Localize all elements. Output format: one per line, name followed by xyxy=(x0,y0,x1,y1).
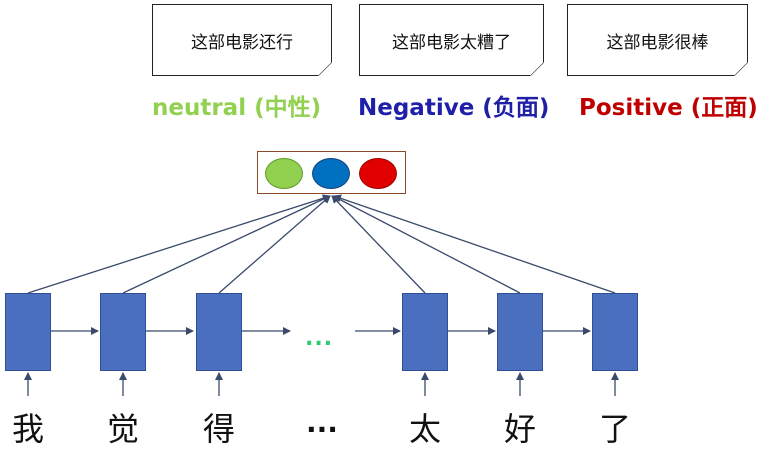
rnn-cell xyxy=(402,293,448,371)
output-arrow xyxy=(27,194,331,294)
rnn-cell xyxy=(100,293,146,371)
input-token-ellipsis: ... xyxy=(306,406,338,439)
input-token: 得 xyxy=(202,410,235,448)
rnn-sentiment-diagram: 这部电影还行 这部电影太糟了 这部电影很棒 neutral (中性) Negat… xyxy=(0,0,768,453)
output-layer xyxy=(257,151,406,194)
input-token: 了 xyxy=(598,410,631,448)
output-arrow xyxy=(333,194,616,294)
rnn-cell xyxy=(196,293,242,371)
output-arrow xyxy=(332,195,521,294)
output-connections xyxy=(27,194,616,294)
output-arrow xyxy=(122,195,331,294)
input-connections xyxy=(24,372,619,396)
input-token: 觉 xyxy=(106,410,139,448)
input-token: 好 xyxy=(503,410,536,448)
output-arrow xyxy=(218,195,331,294)
rnn-cell xyxy=(5,293,51,371)
output-circle-negative xyxy=(312,158,350,189)
hidden-ellipsis: ... xyxy=(305,326,334,351)
connection-arrows xyxy=(24,194,619,396)
output-arrow xyxy=(331,195,426,294)
output-circle-positive xyxy=(359,158,397,189)
output-circle-neutral xyxy=(265,158,303,189)
input-token: 太 xyxy=(408,410,441,448)
rnn-cell xyxy=(497,293,543,371)
input-token: 我 xyxy=(11,410,44,448)
rnn-cell xyxy=(592,293,638,371)
